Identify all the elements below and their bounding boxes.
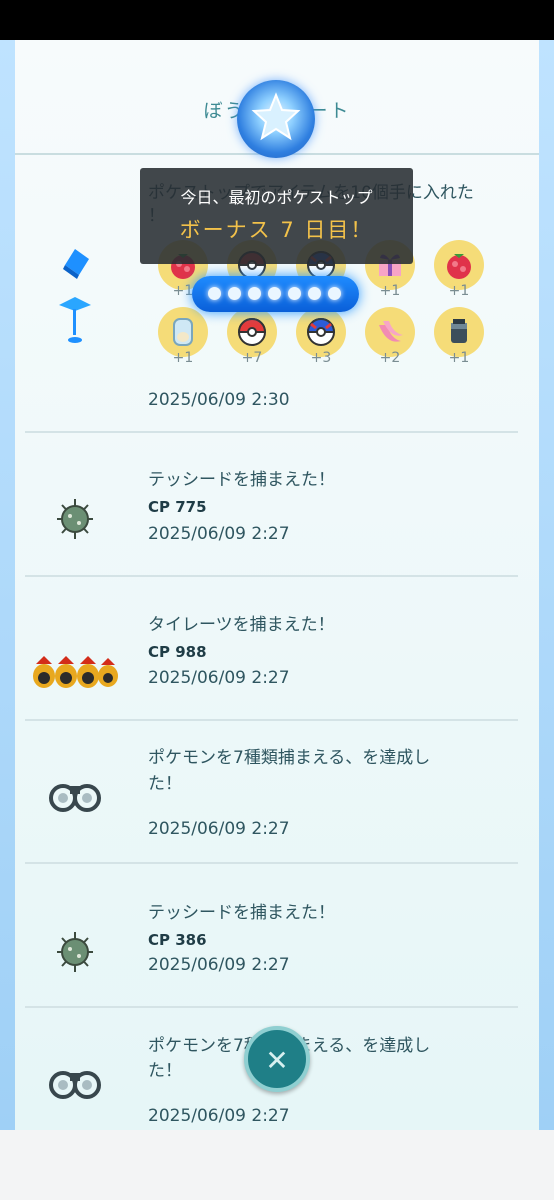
entry-cp: CP 386 [148, 931, 207, 949]
reward-count: +1 [448, 350, 470, 366]
navigation-bar [0, 1130, 554, 1200]
entry-title: タイレーツを捕まえた！ [148, 615, 335, 635]
ferroseed-icon [57, 932, 93, 972]
star-icon [251, 92, 301, 141]
binoculars-icon [49, 784, 101, 812]
binoculars-icon [49, 1071, 101, 1099]
reward-count: +1 [448, 283, 470, 299]
entry-date: 2025/06/09 2:27 [148, 668, 290, 688]
ferroseed-icon [57, 499, 93, 539]
entry-title-line2: た！ [148, 1061, 182, 1081]
close-button[interactable]: ✕ [244, 1026, 310, 1092]
entry-divider [25, 862, 518, 864]
entry-cp: CP 988 [148, 643, 207, 661]
streak-dot [268, 287, 281, 300]
reward-count: +2 [379, 350, 401, 366]
close-icon: ✕ [265, 1044, 289, 1077]
entry-date: 2025/06/09 2:27 [148, 819, 290, 839]
entry-cp: CP 775 [148, 498, 207, 516]
star-badge [237, 80, 315, 158]
streak-dot [288, 287, 301, 300]
status-bar [0, 0, 554, 40]
entry-title-line2: た！ [148, 774, 182, 794]
entry-divider [25, 719, 518, 721]
reward-count: +3 [310, 350, 332, 366]
reward-count: +1 [379, 283, 401, 299]
entry-divider [25, 1006, 518, 1008]
streak-dot [208, 287, 221, 300]
pokestop-icon [59, 249, 91, 343]
entry-title: ポケモンを7種類捕まえる、を達成し [148, 748, 431, 768]
toast-bonus-day: ボーナス 7 日目！ [179, 218, 374, 242]
entry-title: テッシードを捕まえた！ [148, 903, 335, 923]
entry-divider [25, 575, 518, 577]
entry-date: 2025/06/09 2:27 [148, 955, 290, 975]
entry-divider [25, 431, 518, 433]
bonus-toast: 今日、最初のポケストップ ボーナス 7 日目！ [140, 168, 413, 264]
entry-date: 2025/06/09 2:27 [148, 1106, 290, 1126]
toast-message: 今日、最初のポケストップ [180, 188, 373, 207]
streak-dot [248, 287, 261, 300]
entry-title: テッシードを捕まえた！ [148, 470, 335, 490]
streak-dot [308, 287, 321, 300]
reward-count: +7 [241, 350, 263, 366]
streak-dot [228, 287, 241, 300]
streak-progress-bar [192, 276, 359, 312]
entry-date: 2025/06/09 2:30 [148, 390, 290, 410]
entry-date: 2025/06/09 2:27 [148, 524, 290, 544]
streak-dot [328, 287, 341, 300]
reward-count: +1 [172, 350, 194, 366]
falinks-icon [33, 656, 118, 688]
